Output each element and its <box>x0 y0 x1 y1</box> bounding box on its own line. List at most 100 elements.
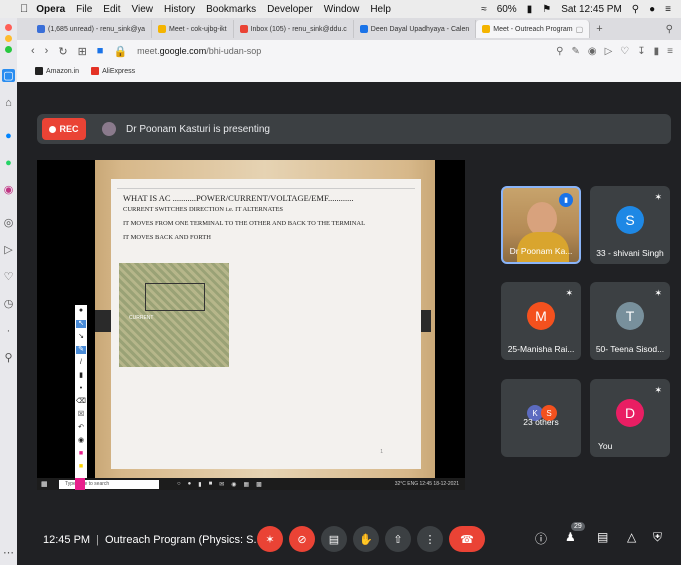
workspace-icon[interactable]: ▢ <box>2 69 15 82</box>
maximize-window-icon[interactable] <box>5 46 12 53</box>
menu-file[interactable]: File <box>76 4 92 15</box>
tab-snapshot-icon[interactable]: ▢ <box>576 25 584 34</box>
menu-history[interactable]: History <box>164 4 195 15</box>
mic-toggle-button[interactable]: ✶ <box>257 526 283 552</box>
download-icon[interactable]: ↧ <box>637 46 645 57</box>
color-yellow-icon[interactable]: ■ <box>79 463 83 471</box>
task-view-icon[interactable]: ○ <box>177 481 181 488</box>
siri-icon[interactable]: ● <box>649 4 655 15</box>
camera-icon[interactable]: ■ <box>97 45 104 57</box>
screen-share[interactable]: WHAT IS AC ...........POWER/CURRENT/VOLT… <box>37 160 465 490</box>
menu-bookmarks[interactable]: Bookmarks <box>206 4 256 15</box>
spotlight-icon[interactable]: ⚲ <box>632 4 639 15</box>
participant-name: 25-Manisha Rai... <box>507 344 575 354</box>
participant-tile[interactable]: ✶ M 25-Manisha Rai... <box>501 282 581 360</box>
taskbar-system-tray[interactable]: 32°C ENG 12:45 18-12-2021 <box>395 481 459 487</box>
raise-hand-button[interactable]: ✋ <box>353 526 379 552</box>
word-icon[interactable]: ▦ <box>243 481 249 488</box>
extension-icon[interactable]: ✎ <box>571 46 579 57</box>
chat-icon[interactable]: ▤ <box>597 530 608 544</box>
back-icon[interactable]: ‹ <box>31 45 35 57</box>
tab-calendar[interactable]: Deen Dayal Upadhyaya - Calen <box>354 20 477 38</box>
mail-icon[interactable]: ✉ <box>219 481 224 488</box>
chrome-icon[interactable]: ◉ <box>231 481 236 488</box>
explorer-icon[interactable]: ▮ <box>198 481 201 488</box>
flag-icon[interactable]: ⚑ <box>542 4 551 15</box>
arrow-icon[interactable]: ↘ <box>78 333 84 341</box>
new-tab-button[interactable]: + <box>596 23 602 35</box>
participant-tile-others[interactable]: K S 23 others <box>501 379 581 457</box>
menu-edit[interactable]: Edit <box>103 4 120 15</box>
undo-icon[interactable]: ↶ <box>78 424 84 432</box>
palette-icon[interactable]: ■ <box>79 450 83 458</box>
search-icon[interactable]: ⚲ <box>556 46 563 57</box>
menu-help[interactable]: Help <box>370 4 391 15</box>
battery-percent[interactable]: 60% <box>497 4 517 15</box>
close-window-icon[interactable] <box>5 24 12 31</box>
url-field[interactable]: meet.google.com/bhi-udan-sop <box>137 46 261 56</box>
bookmark-aliexpress[interactable]: AliExpress <box>91 67 135 75</box>
tab-yahoo-mail[interactable]: (1,685 unread) - renu_sink@ya <box>31 20 152 38</box>
trash-icon[interactable]: ☒ <box>78 411 84 419</box>
snapshot-icon[interactable]: ◉ <box>588 46 597 57</box>
clock[interactable]: Sat 12:45 PM <box>561 4 622 15</box>
teams-icon[interactable]: ▩ <box>256 481 262 488</box>
activities-icon[interactable]: △ <box>627 530 636 544</box>
menu-view[interactable]: View <box>132 4 154 15</box>
meeting-details-icon[interactable]: ⓘ <box>535 530 547 547</box>
history-icon[interactable]: ◷ <box>2 297 15 310</box>
participant-tile-presenter[interactable]: ▮ Dr Poonam Ka... <box>501 186 581 264</box>
heart-icon[interactable]: ♡ <box>2 270 15 283</box>
control-center-icon[interactable]: ≡ <box>665 4 671 15</box>
player-icon[interactable]: ◎ <box>2 216 15 229</box>
menu-developer[interactable]: Developer <box>267 4 313 15</box>
camera-icon[interactable]: ◉ <box>78 437 84 445</box>
whatsapp-icon[interactable]: ● <box>2 156 15 169</box>
windows-start-icon[interactable]: ▦ <box>41 480 51 488</box>
store-icon[interactable]: ■ <box>209 481 213 488</box>
dot-icon[interactable]: • <box>80 385 82 393</box>
menu-app[interactable]: Opera <box>36 4 65 15</box>
cursor-icon[interactable]: ↖ <box>76 320 86 328</box>
apple-icon[interactable]:  <box>20 3 28 15</box>
eraser-icon[interactable]: ⌫ <box>76 398 86 406</box>
participant-tile-self[interactable]: ✶ D You <box>590 379 670 457</box>
pin-icon[interactable]: ⚲ <box>2 351 15 364</box>
taskbar-search[interactable]: Type here to search <box>59 479 159 489</box>
tab-gmail-inbox[interactable]: Inbox (105) - renu_sink@ddu.c <box>234 20 354 38</box>
highlighter-icon[interactable]: ▮ <box>79 372 83 380</box>
tab-meet-cok[interactable]: Meet - cok-ujbg-ikt <box>152 20 234 38</box>
line-icon[interactable]: / <box>80 359 82 367</box>
tabs-grid-icon[interactable]: ⊞ <box>78 45 87 58</box>
camera-toggle-button[interactable]: ⊘ <box>289 526 315 552</box>
pin-icon[interactable]: ● <box>79 307 83 315</box>
forward-icon[interactable]: › <box>45 45 49 57</box>
captions-button[interactable]: ▤ <box>321 526 347 552</box>
bookmark-amazon[interactable]: Amazon.in <box>35 67 79 75</box>
people-button[interactable]: 29 ♟ <box>565 522 585 544</box>
participant-tile[interactable]: ✶ S 33 - shivani Singh <box>590 186 670 264</box>
send-icon[interactable]: ▷ <box>2 243 15 256</box>
tab-search-icon[interactable]: ⚲ <box>666 24 673 35</box>
instagram-icon[interactable]: ◉ <box>2 183 15 196</box>
reload-icon[interactable]: ↻ <box>58 45 67 58</box>
battery-saver-icon[interactable]: ▮ <box>654 46 660 57</box>
home-icon[interactable]: ⌂ <box>2 96 15 109</box>
messenger-icon[interactable]: ● <box>2 129 15 142</box>
host-controls-icon[interactable]: ⛨ <box>653 530 662 545</box>
participant-tile[interactable]: ✶ T 50- Teena Sisod... <box>590 282 670 360</box>
leave-call-button[interactable]: ☎ <box>449 526 485 552</box>
easy-setup-icon[interactable]: ≡ <box>667 46 673 57</box>
tab-meet-outreach[interactable]: Meet - Outreach Program ▢ <box>476 20 591 38</box>
more-icon[interactable]: ⋯ <box>2 546 15 559</box>
heart-icon[interactable]: ♡ <box>620 46 629 57</box>
pen-icon[interactable]: ✎ <box>76 346 86 354</box>
present-button[interactable]: ⇧ <box>385 526 411 552</box>
more-options-button[interactable]: ⋮ <box>417 526 443 552</box>
minimize-window-icon[interactable] <box>5 35 12 42</box>
menu-window[interactable]: Window <box>324 4 360 15</box>
battery-icon[interactable]: ▮ <box>527 4 533 15</box>
edge-icon[interactable]: ● <box>188 481 192 488</box>
wifi-icon[interactable]: ≈ <box>481 4 487 15</box>
cast-icon[interactable]: ▷ <box>605 46 613 57</box>
